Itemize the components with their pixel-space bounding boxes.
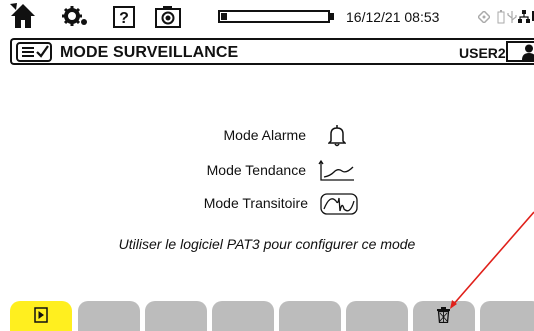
- annotation-arrow: [450, 211, 534, 309]
